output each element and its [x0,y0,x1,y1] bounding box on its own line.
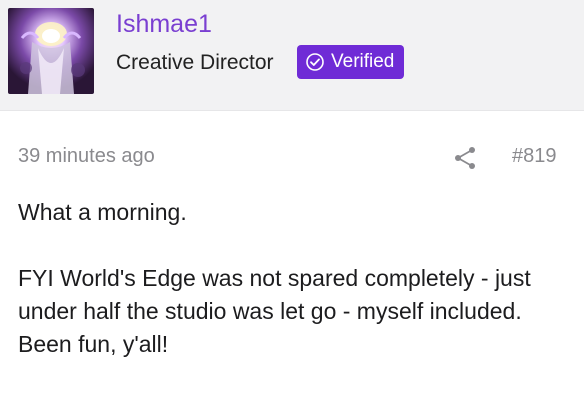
post-body: What a morning. FYI World's Edge was not… [18,196,568,361]
check-circle-icon [305,52,325,72]
post-header: Ishmae1 Creative Director Verified [0,0,584,111]
verified-badge-label: Verified [331,51,395,72]
author-name[interactable]: Ishmae1 [116,8,212,40]
avatar[interactable] [8,8,94,94]
post-timestamp[interactable]: 39 minutes ago [18,143,155,169]
forum-post: Ishmae1 Creative Director Verified 39 mi… [0,0,584,410]
author-title: Creative Director [116,51,274,74]
share-icon[interactable] [452,145,478,171]
avatar-image [8,8,94,94]
post-paragraph: FYI World's Edge was not spared complete… [18,265,531,357]
verified-badge: Verified [297,45,405,79]
post-paragraph: What a morning. [18,199,187,225]
post-number-link[interactable]: #819 [512,143,557,169]
